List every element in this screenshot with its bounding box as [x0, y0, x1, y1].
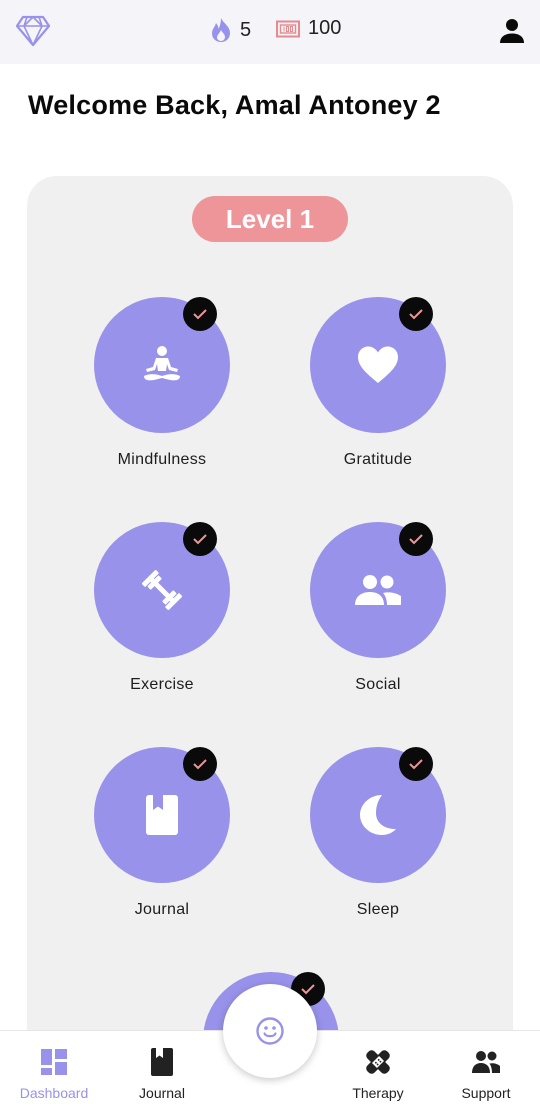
book-icon	[151, 1048, 173, 1076]
activity-exercise[interactable]: Exercise	[77, 522, 247, 694]
nav-label: Journal	[139, 1085, 185, 1101]
moon-icon	[360, 795, 396, 835]
points-count: 100	[308, 17, 342, 39]
activity-circle[interactable]	[94, 522, 230, 658]
completed-check-icon	[399, 747, 433, 781]
dumbbell-icon	[141, 569, 183, 611]
activity-label: Journal	[134, 901, 190, 918]
points-ticket-icon	[276, 20, 300, 37]
level-badge: Level 1	[192, 196, 348, 242]
heart-icon	[358, 346, 398, 383]
activity-label: Gratitude	[343, 451, 413, 468]
completed-check-icon	[399, 297, 433, 331]
people-icon	[355, 575, 401, 605]
smiley-icon	[256, 1017, 284, 1045]
nav-label: Dashboard	[19, 1085, 89, 1101]
top-bar: 5 100	[0, 0, 540, 64]
activity-sleep[interactable]: Sleep	[293, 747, 463, 919]
completed-check-icon	[183, 747, 217, 781]
activity-label: Mindfulness	[117, 451, 207, 468]
activity-label: Sleep	[356, 901, 400, 918]
flame-icon	[212, 18, 230, 42]
people-icon	[472, 1051, 500, 1073]
nav-item-dashboard[interactable]: Dashboard	[0, 1031, 108, 1111]
points-counter: 100	[276, 17, 341, 40]
book-icon	[146, 795, 178, 835]
completed-check-icon	[183, 522, 217, 556]
activity-circle[interactable]	[94, 747, 230, 883]
completed-check-icon	[399, 522, 433, 556]
nav-label: Support	[461, 1085, 511, 1101]
activity-label: Exercise	[130, 676, 194, 693]
nav-item-journal[interactable]: Journal	[108, 1031, 216, 1111]
completed-check-icon	[183, 297, 217, 331]
mood-fab-button[interactable]	[223, 984, 317, 1078]
meditation-icon	[144, 346, 180, 381]
activity-social[interactable]: Social	[293, 522, 463, 694]
activity-circle[interactable]	[310, 297, 446, 433]
bandage-icon	[366, 1050, 390, 1074]
nav-item-therapy[interactable]: Therapy	[324, 1031, 432, 1111]
streak-counter: 5	[210, 17, 251, 43]
welcome-heading: Welcome Back, Amal Antoney 2	[28, 90, 441, 120]
activity-journal[interactable]: Journal	[77, 747, 247, 919]
activity-mindfulness[interactable]: Mindfulness	[77, 297, 247, 469]
streak-count: 5	[240, 18, 252, 41]
activity-label: Social	[355, 676, 401, 693]
nav-item-support[interactable]: Support	[432, 1031, 540, 1111]
activity-circle[interactable]	[310, 747, 446, 883]
activity-circle[interactable]	[310, 522, 446, 658]
person-icon[interactable]	[497, 16, 527, 46]
diamond-icon[interactable]	[15, 14, 51, 48]
activity-gratitude[interactable]: Gratitude	[293, 297, 463, 469]
dashboard-icon	[41, 1049, 67, 1075]
activity-circle[interactable]	[94, 297, 230, 433]
nav-label: Therapy	[352, 1085, 404, 1101]
